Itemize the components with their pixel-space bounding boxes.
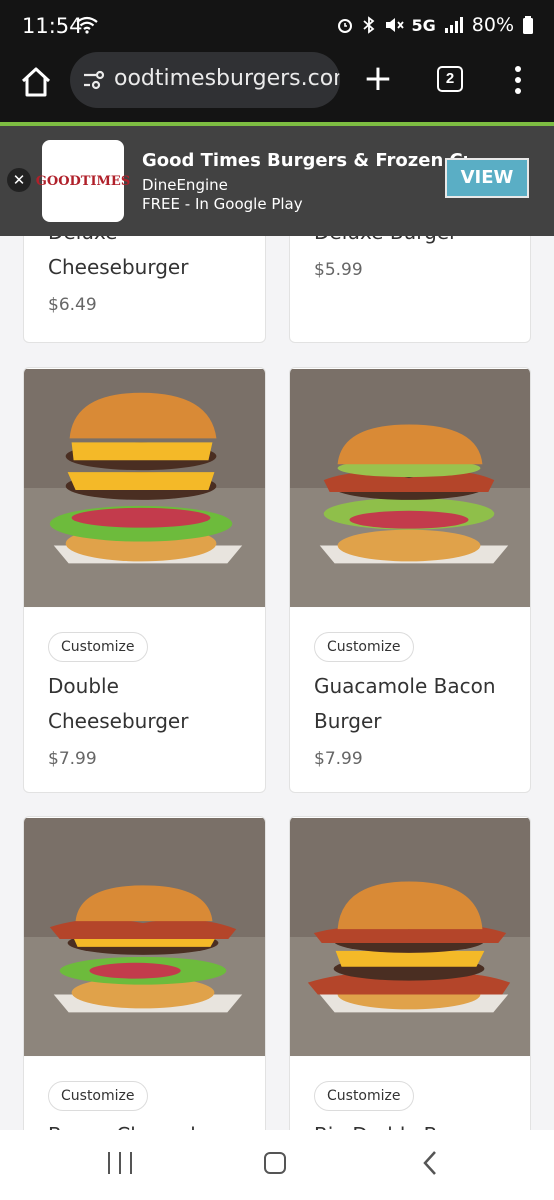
customize-button[interactable]: Customize xyxy=(48,632,148,662)
item-price: $7.99 xyxy=(48,749,97,769)
overflow-menu-icon[interactable] xyxy=(510,66,526,96)
item-name-line1: Deluxe xyxy=(48,236,258,250)
banner-app-title: Good Times Burgers & Frozen Custard xyxy=(142,150,467,171)
menu-item-card[interactable]: Customize Bacon Cheeseb xyxy=(23,816,266,1130)
app-logo: GOODTIMES xyxy=(36,140,130,222)
menu-grid: Deluxe Cheeseburger $6.49 Deluxe Burger … xyxy=(0,236,554,1130)
url-text: oodtimesburgers.com xyxy=(114,66,340,91)
view-button[interactable]: VIEW xyxy=(445,158,529,198)
address-bar[interactable]: oodtimesburgers.com xyxy=(70,52,340,108)
battery-percent: 80% xyxy=(471,14,514,36)
guacamole-bacon-burger-image[interactable] xyxy=(290,368,530,608)
item-name-line2: Cheeseburger xyxy=(48,709,189,733)
back-icon[interactable] xyxy=(420,1148,440,1178)
customize-button[interactable]: Customize xyxy=(48,1081,148,1111)
status-bar: 11:54 5G 80% xyxy=(0,0,554,52)
signal-icon xyxy=(444,17,463,33)
item-name-line1: Big Daddy Ba xyxy=(314,1118,524,1130)
menu-item-card[interactable]: Customize Double Cheeseburger $7.99 xyxy=(23,367,266,793)
battery-icon xyxy=(523,16,533,34)
site-settings-icon[interactable] xyxy=(82,68,106,92)
app-install-banner: ✕ GOODTIMES Good Times Burgers & Frozen … xyxy=(0,126,554,236)
double-cheeseburger-image[interactable] xyxy=(24,368,265,608)
system-navigation-bar xyxy=(0,1130,554,1200)
alarm-icon xyxy=(337,19,352,33)
new-tab-icon[interactable]: + xyxy=(362,61,394,98)
menu-item-card[interactable]: Deluxe Cheeseburger $6.49 xyxy=(23,236,266,343)
customize-button[interactable]: Customize xyxy=(314,1081,414,1111)
item-price: $5.99 xyxy=(314,260,363,280)
item-name-line1: Guacamole Bacon xyxy=(314,674,496,698)
close-icon[interactable]: ✕ xyxy=(7,168,31,192)
item-price: $7.99 xyxy=(314,749,363,769)
big-daddy-bacon-image[interactable] xyxy=(290,817,530,1057)
menu-item-card[interactable]: Customize Guacamole Bacon Burger $7.99 xyxy=(289,367,531,793)
wifi-icon xyxy=(76,16,98,34)
browser-toolbar: oodtimesburgers.com + 2 xyxy=(0,52,554,122)
item-price: $6.49 xyxy=(48,295,97,315)
bluetooth-icon xyxy=(362,16,374,34)
banner-price-line: FREE - In Google Play xyxy=(142,195,303,213)
item-name-line1: Bacon Cheeseb xyxy=(48,1118,258,1130)
tab-switcher-button[interactable]: 2 xyxy=(437,66,463,92)
home-button-icon[interactable] xyxy=(264,1152,286,1174)
recent-apps-icon[interactable] xyxy=(108,1152,132,1174)
status-indicators: 5G 80% xyxy=(336,14,535,36)
item-name-line1: Double xyxy=(48,674,119,698)
mute-icon xyxy=(385,18,404,32)
banner-developer: DineEngine xyxy=(142,176,228,194)
item-name-line2: Cheeseburger xyxy=(48,255,189,279)
status-time: 11:54 xyxy=(22,14,83,38)
network-type: 5G xyxy=(411,15,436,35)
item-name-line1: Deluxe Burger xyxy=(314,236,524,250)
customize-button[interactable]: Customize xyxy=(314,632,414,662)
app-logo-text: GOODTIMES xyxy=(35,173,131,189)
menu-item-card[interactable]: Customize Big Daddy Ba xyxy=(289,816,531,1130)
item-name-line2: Burger xyxy=(314,709,382,733)
menu-item-card[interactable]: Deluxe Burger $5.99 xyxy=(289,236,531,343)
home-icon[interactable] xyxy=(18,64,54,100)
bacon-cheeseburger-image[interactable] xyxy=(24,817,265,1057)
